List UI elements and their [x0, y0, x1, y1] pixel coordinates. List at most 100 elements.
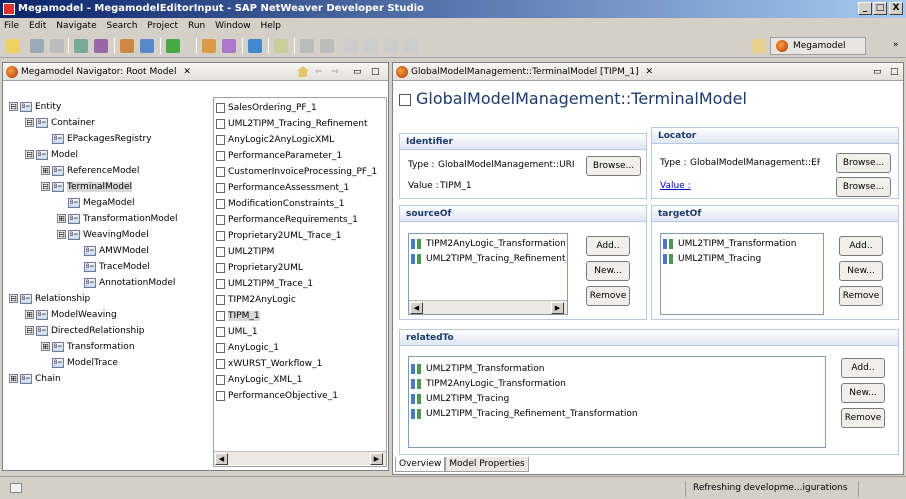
list-item[interactable]: TIPM2AnyLogic_Transformation — [411, 377, 566, 391]
minimize-button[interactable]: _ — [858, 2, 872, 15]
menu-help[interactable]: Help — [260, 21, 281, 31]
minimize-view-icon[interactable]: ▭ — [873, 63, 882, 81]
tree-node-transformationmodel[interactable]: ⊞ 8= TransformationModel — [57, 212, 178, 226]
list-item[interactable]: UML2TIPM_Tracing_Refinement_ — [411, 252, 566, 266]
tree-node-megamodel[interactable]: 8= MegaModel — [68, 196, 135, 210]
list-item[interactable]: PerformanceRequirements_1 — [216, 213, 358, 227]
list-item[interactable]: xWURST_Workflow_1 — [216, 357, 322, 371]
list-item[interactable]: UML_1 — [216, 325, 258, 339]
menu-project[interactable]: Project — [147, 21, 178, 31]
list-item[interactable]: PerformanceObjective_1 — [216, 389, 338, 403]
list-item[interactable]: AnyLogic2AnyLogicXML — [216, 133, 334, 147]
sourceof-add-button[interactable]: Add.. — [586, 236, 630, 256]
fast-view-icon[interactable] — [10, 483, 22, 493]
forward-icon[interactable] — [364, 39, 378, 53]
menu-edit[interactable]: Edit — [29, 21, 46, 31]
build-icon[interactable] — [74, 39, 88, 53]
list-item[interactable]: PerformanceAssessment_1 — [216, 181, 349, 195]
new-icon[interactable] — [6, 39, 20, 53]
tree-node-model[interactable]: ⊟ 8= Model — [25, 148, 78, 162]
save-icon[interactable] — [30, 39, 44, 53]
list-item[interactable]: SalesOrdering_PF_1 — [216, 101, 317, 115]
tree-node-amwmodel[interactable]: 8= AMWModel — [84, 244, 149, 258]
tree-node-relationship[interactable]: ⊟ 8= Relationship — [9, 292, 90, 306]
run-icon[interactable] — [166, 39, 180, 53]
window-icon[interactable] — [140, 39, 154, 53]
scroll-left-icon[interactable]: ◀ — [215, 453, 228, 465]
notes-icon[interactable] — [274, 39, 288, 53]
next-edit-icon[interactable] — [404, 39, 418, 53]
scroll-right-icon[interactable]: ▶ — [551, 302, 564, 314]
home-icon[interactable] — [297, 66, 309, 77]
targetof-remove-button[interactable]: Remove — [839, 286, 883, 306]
relatedto-new-button[interactable]: New... — [841, 383, 885, 403]
identifier-browse-button[interactable]: Browse... — [586, 156, 641, 176]
tree-node-transformation[interactable]: ⊞ 8= Transformation — [41, 340, 135, 354]
list-item[interactable]: UML2TIPM_Transformation — [411, 362, 544, 376]
menu-window[interactable]: Window — [215, 21, 251, 31]
locator-type-browse-button[interactable]: Browse... — [836, 153, 891, 173]
sourceof-scrollbar[interactable]: ◀ ▶ — [409, 300, 567, 314]
tree-node-modelweaving[interactable]: ⊞ 8= ModelWeaving — [25, 308, 117, 322]
targetof-new-button[interactable]: New... — [839, 261, 883, 281]
forward-arrow-icon[interactable]: ⇒ — [331, 63, 339, 81]
globe-icon[interactable] — [248, 39, 262, 53]
maximize-view-icon[interactable]: □ — [371, 63, 380, 81]
tree-node-weavingmodel[interactable]: ⊟ 8= WeavingModel — [57, 228, 149, 242]
maximize-view-icon[interactable]: □ — [890, 63, 899, 81]
sourceof-new-button[interactable]: New... — [586, 261, 630, 281]
list-item[interactable]: UML2TIPM_Tracing_Refinement — [216, 117, 368, 131]
close-button[interactable]: X — [889, 2, 903, 15]
menu-navigate[interactable]: Navigate — [56, 21, 96, 31]
debug-icon[interactable] — [120, 39, 134, 53]
toolbar-overflow[interactable]: » — [893, 40, 899, 50]
print-icon[interactable] — [50, 39, 64, 53]
list-item[interactable]: PerformanceParameter_1 — [216, 149, 342, 163]
tree-node-referencemodel[interactable]: ⊞ 8= ReferenceModel — [41, 164, 139, 178]
tree-node-terminalmodel[interactable]: ⊟ 8= TerminalModel — [41, 180, 133, 194]
open-folder-icon[interactable] — [202, 39, 216, 53]
scroll-right-icon[interactable]: ▶ — [370, 453, 383, 465]
edit-icon[interactable] — [222, 39, 236, 53]
relatedto-remove-button[interactable]: Remove — [841, 408, 885, 428]
tree-node-entity[interactable]: ⊟ 8= Entity — [9, 100, 61, 114]
tree-node-modeltrace[interactable]: 8= ModelTrace — [52, 356, 118, 370]
list-item[interactable]: Proprietary2UML_Trace_1 — [216, 229, 342, 243]
relatedto-add-button[interactable]: Add.. — [841, 358, 885, 378]
list-item[interactable]: UML2TIPM_Tracing_Refinement_Transformati… — [411, 407, 638, 421]
open-perspective-icon[interactable] — [752, 39, 766, 53]
list-item[interactable]: AnyLogic_1 — [216, 341, 279, 355]
list-item[interactable]: TIPM2AnyLogic — [216, 293, 296, 307]
locator-value-link[interactable]: Value : — [660, 181, 691, 191]
sourceof-remove-button[interactable]: Remove — [586, 286, 630, 306]
perspective-switcher[interactable]: Megamodel — [770, 37, 866, 55]
tree-node-epackagesregistry[interactable]: 8= EPackagesRegistry — [52, 132, 152, 146]
last-edit-icon[interactable] — [384, 39, 398, 53]
list-item[interactable]: UML2TIPM — [216, 245, 274, 259]
list-item[interactable]: UML2TIPM_Tracing — [663, 252, 761, 266]
menu-file[interactable]: File — [4, 21, 19, 31]
list-item[interactable]: UML2TIPM_Tracing — [411, 392, 509, 406]
tab-model-properties[interactable]: Model Properties — [445, 457, 529, 472]
scroll-left-icon[interactable]: ◀ — [410, 302, 423, 314]
editor-tab-close-icon[interactable]: ✕ — [645, 67, 653, 77]
tree-node-directedrelationship[interactable]: ⊟ 8= DirectedRelationship — [25, 324, 144, 338]
next-annotation-icon[interactable] — [300, 39, 314, 53]
back-icon[interactable] — [344, 39, 358, 53]
tree-node-chain[interactable]: ⊞ 8= Chain — [9, 372, 61, 386]
targetof-add-button[interactable]: Add.. — [839, 236, 883, 256]
navigator-close-icon[interactable]: ✕ — [183, 67, 191, 77]
tree-node-container[interactable]: ⊟ 8= Container — [25, 116, 95, 130]
tab-overview[interactable]: Overview — [395, 457, 446, 472]
tree-node-tracemodel[interactable]: 8= TraceModel — [84, 260, 150, 274]
back-arrow-icon[interactable]: ⇐ — [315, 63, 323, 81]
prev-annotation-icon[interactable] — [320, 39, 334, 53]
list-item[interactable]: UML2TIPM_Trace_1 — [216, 277, 313, 291]
tree-node-annotationmodel[interactable]: 8= AnnotationModel — [84, 276, 175, 290]
list-item[interactable]: CustomerInvoiceProcessing_PF_1 — [216, 165, 377, 179]
minimize-view-icon[interactable]: ▭ — [353, 63, 362, 81]
locator-value-browse-button[interactable]: Browse... — [836, 177, 891, 197]
settings-icon[interactable] — [94, 39, 108, 53]
list-item-selected[interactable]: TIPM_1 — [216, 309, 260, 323]
list-item[interactable]: UML2TIPM_Transformation — [663, 237, 796, 251]
